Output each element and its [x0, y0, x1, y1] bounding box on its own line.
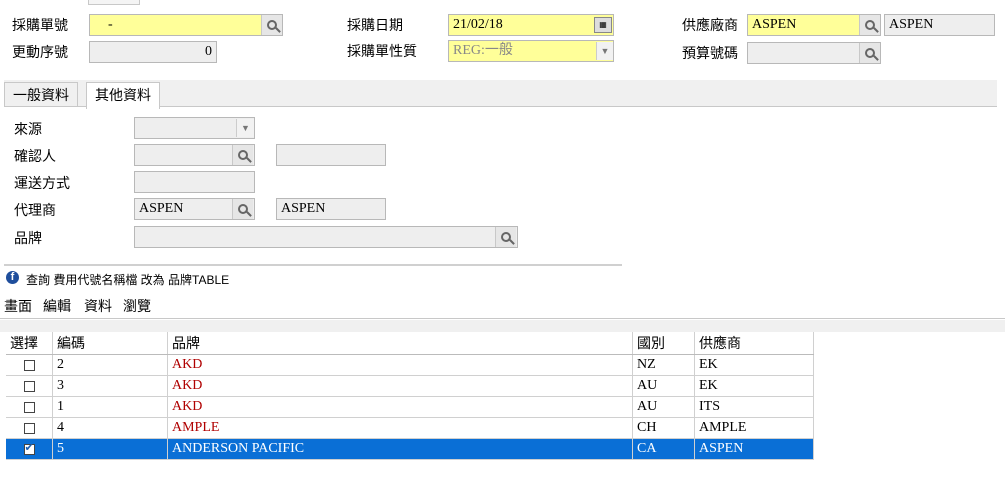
table-row[interactable]: 3 AKD AU EK — [6, 375, 814, 397]
col-supplier[interactable]: 供應商 — [694, 332, 814, 355]
table-row[interactable]: 4 AMPLE CH AMPLE — [6, 417, 814, 439]
table-row[interactable]: 1 AKD AU ITS — [6, 396, 814, 418]
table-row-selected[interactable]: 5 ANDERSON PACIFIC CA ASPEN — [6, 438, 814, 460]
po-type-value: REG:一般 — [453, 43, 513, 58]
country-cell: CH — [632, 417, 695, 439]
col-country[interactable]: 國別 — [632, 332, 695, 355]
search-icon — [238, 204, 248, 214]
shipping-field[interactable] — [134, 171, 255, 193]
source-label: 來源 — [14, 121, 42, 137]
chevron-down-icon[interactable]: ▼ — [596, 42, 613, 60]
calendar-icon[interactable]: ▦ — [594, 17, 612, 33]
supplier-label: 供應廠商 — [682, 17, 738, 33]
lookup-menu-bar: 畫面 編輯 資料 瀏覽 — [0, 294, 1005, 319]
supplier-name-value: ASPEN — [889, 17, 934, 32]
confirmer-label: 確認人 — [14, 148, 56, 164]
code-cell: 1 — [52, 396, 168, 418]
supplier-cell: EK — [694, 375, 814, 397]
table-header-row: 選擇 編碼 品牌 國別 供應商 — [6, 332, 814, 355]
po-number-field[interactable]: - — [89, 14, 283, 36]
grid-toolbar-strip — [0, 320, 1005, 332]
brand-cell: AKD — [167, 354, 633, 376]
agent-name-field: ASPEN — [276, 198, 386, 220]
select-cell[interactable] — [6, 396, 53, 418]
country-cell: NZ — [632, 354, 695, 376]
brand-cell: AKD — [167, 396, 633, 418]
revision-value: 0 — [205, 44, 212, 59]
agent-code-value: ASPEN — [139, 201, 184, 216]
menu-browse[interactable]: 瀏覽 — [123, 296, 151, 316]
po-number-value: - — [108, 17, 113, 32]
shipping-label: 運送方式 — [14, 175, 70, 191]
supplier-cell: ASPEN — [694, 438, 814, 460]
revision-label: 更動序號 — [12, 44, 68, 60]
select-cell[interactable] — [6, 354, 53, 376]
select-cell[interactable] — [6, 417, 53, 439]
country-cell: AU — [632, 375, 695, 397]
select-cell[interactable] — [6, 438, 53, 460]
supplier-name-field: ASPEN — [884, 14, 995, 36]
supplier-code-value: ASPEN — [752, 17, 797, 32]
row-checkbox[interactable] — [23, 422, 35, 434]
tab-bar: 一般資料 其他資料 — [4, 80, 997, 109]
search-icon — [238, 150, 248, 160]
brand-field[interactable] — [134, 226, 518, 248]
row-checkbox[interactable] — [23, 359, 35, 371]
code-cell: 5 — [52, 438, 168, 460]
search-icon — [501, 232, 511, 242]
code-cell: 3 — [52, 375, 168, 397]
row-checkbox[interactable] — [23, 401, 35, 413]
agent-label: 代理商 — [14, 202, 56, 218]
po-date-label: 採購日期 — [347, 17, 403, 33]
top-edge-remnant — [88, 0, 140, 5]
col-brand[interactable]: 品牌 — [167, 332, 633, 355]
brand-table: 選擇 編碼 品牌 國別 供應商 2 AKD NZ EK 3 AKD AU EK … — [6, 332, 814, 460]
table-row[interactable]: 2 AKD NZ EK — [6, 354, 814, 376]
menu-screen[interactable]: 畫面 — [4, 296, 32, 316]
supplier-cell: ITS — [694, 396, 814, 418]
brand-cell: AMPLE — [167, 417, 633, 439]
lookup-title-bar: f 查詢 費用代號名稱檔 改為 品牌TABLE — [0, 264, 1005, 292]
budget-label: 預算號碼 — [682, 45, 738, 61]
revision-field: 0 — [89, 41, 217, 63]
supplier-cell: EK — [694, 354, 814, 376]
select-cell[interactable] — [6, 375, 53, 397]
po-date-field[interactable]: 21/02/18 — [448, 14, 614, 36]
po-number-label: 採購單號 — [12, 17, 68, 33]
search-icon — [865, 48, 875, 58]
agent-search-button[interactable] — [232, 199, 253, 219]
menu-edit[interactable]: 編輯 — [43, 296, 71, 316]
confirmer-name-field — [276, 144, 386, 166]
po-number-search-button[interactable] — [261, 15, 282, 35]
brand-label: 品牌 — [14, 230, 42, 246]
supplier-cell: AMPLE — [694, 417, 814, 439]
po-type-select[interactable]: REG:一般 — [448, 40, 614, 62]
code-cell: 4 — [52, 417, 168, 439]
row-checkbox-checked[interactable] — [23, 441, 35, 455]
menu-data[interactable]: 資料 — [84, 296, 112, 316]
app-icon: f — [6, 271, 19, 284]
country-cell: AU — [632, 396, 695, 418]
po-type-label: 採購單性質 — [347, 43, 417, 59]
supplier-search-button[interactable] — [859, 15, 880, 35]
po-date-value: 21/02/18 — [453, 17, 503, 32]
search-icon — [865, 20, 875, 30]
chevron-down-icon[interactable]: ▼ — [236, 119, 254, 137]
row-checkbox[interactable] — [23, 380, 35, 392]
code-cell: 2 — [52, 354, 168, 376]
tab-general[interactable]: 一般資料 — [4, 82, 78, 106]
country-cell: CA — [632, 438, 695, 460]
brand-cell: ANDERSON PACIFIC — [167, 438, 633, 460]
confirmer-search-button[interactable] — [232, 145, 253, 165]
search-icon — [267, 20, 277, 30]
brand-search-button[interactable] — [495, 227, 516, 247]
brand-cell: AKD — [167, 375, 633, 397]
lookup-title: 查詢 費用代號名稱檔 改為 品牌TABLE — [26, 273, 230, 287]
col-select[interactable]: 選擇 — [6, 332, 53, 355]
budget-search-button[interactable] — [859, 43, 880, 63]
tab-other[interactable]: 其他資料 — [86, 82, 160, 109]
col-code[interactable]: 編碼 — [52, 332, 168, 355]
agent-name-value: ASPEN — [281, 201, 326, 216]
